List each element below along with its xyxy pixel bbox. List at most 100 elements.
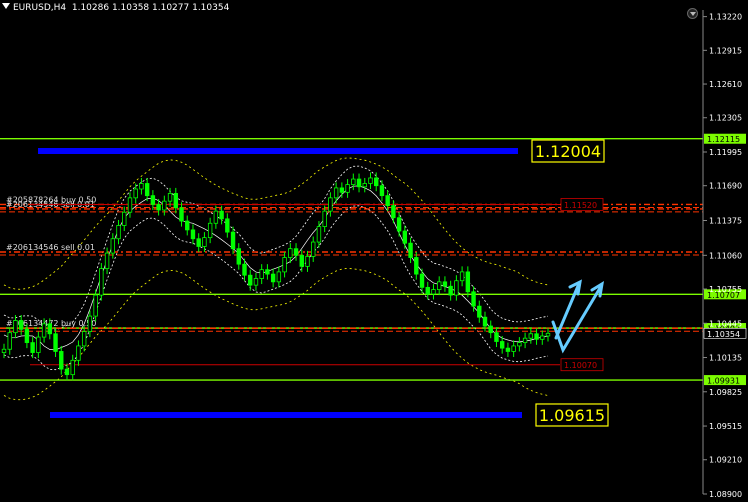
candle-body xyxy=(87,315,93,332)
candle-body xyxy=(225,218,230,233)
candle-body xyxy=(374,177,379,187)
candle-body xyxy=(116,225,121,240)
candle-body xyxy=(76,345,81,361)
candle-body xyxy=(133,188,138,199)
candle-body xyxy=(511,345,516,352)
candle-body xyxy=(351,178,356,185)
candle-body xyxy=(545,332,551,337)
candle-body xyxy=(448,285,453,296)
candle-body xyxy=(305,256,310,267)
candle-body xyxy=(64,368,70,376)
candle-body xyxy=(47,323,53,335)
candle-body xyxy=(293,248,299,256)
candle-body xyxy=(1,348,7,353)
price-tag-label: 1.12115 xyxy=(707,135,740,144)
candle-body xyxy=(7,332,12,350)
candle-body xyxy=(127,197,133,213)
zone-bars: 1.12004 1.09615 xyxy=(38,139,609,427)
candle-body xyxy=(18,320,24,330)
y-tick-label: 1.12915 xyxy=(709,46,742,55)
candle-body xyxy=(299,254,304,267)
candle-body xyxy=(385,195,390,206)
candle-body xyxy=(356,178,362,188)
candle-body xyxy=(162,200,167,211)
candle-body xyxy=(540,335,545,340)
zone-label: 1.09615 xyxy=(539,406,605,425)
candle-body xyxy=(53,333,58,352)
candle-body xyxy=(13,320,18,334)
candle-body xyxy=(122,211,127,226)
candle-body xyxy=(179,207,184,222)
y-tick-label: 1.12610 xyxy=(709,80,742,89)
candle-body xyxy=(156,204,161,211)
candle-body xyxy=(173,193,178,209)
chart-shift-icon[interactable] xyxy=(687,8,698,19)
candle-body xyxy=(36,336,41,353)
candle-body xyxy=(276,271,282,283)
price-tag-label: 1.10354 xyxy=(707,330,740,339)
candle-body xyxy=(185,220,190,231)
candle-body xyxy=(167,193,173,202)
symbol-timeframe: EURUSD,H4 xyxy=(13,3,67,13)
chart-title: EURUSD,H4 1.10286 1.10358 1.10277 1.1035… xyxy=(2,3,229,13)
candle-body xyxy=(24,328,30,344)
candle-body xyxy=(328,197,333,212)
order-price-label: 1.10070 xyxy=(564,361,597,370)
candle-body xyxy=(316,226,322,243)
candle-body xyxy=(522,337,528,344)
candle-body xyxy=(213,210,219,224)
chevron-down-icon[interactable] xyxy=(2,3,10,9)
candle-body xyxy=(436,281,442,290)
candle-body xyxy=(494,332,499,342)
candle-body xyxy=(104,252,110,269)
candle-body xyxy=(322,210,327,227)
candle-body xyxy=(517,342,522,347)
candle-body xyxy=(288,248,293,258)
candle-body xyxy=(30,342,35,353)
y-tick-label: 1.09210 xyxy=(709,456,742,465)
candle-body xyxy=(144,183,150,197)
arrow-path xyxy=(551,286,602,354)
candle-body xyxy=(505,347,511,352)
candle-body xyxy=(190,229,196,240)
candle-body xyxy=(59,351,64,370)
candle-body xyxy=(99,268,104,296)
y-tick-label: 1.13220 xyxy=(709,13,742,22)
candle-body xyxy=(202,237,207,247)
zone-label: 1.12004 xyxy=(535,142,601,161)
candle-body xyxy=(110,238,115,254)
candle-body xyxy=(471,291,476,307)
candle-body xyxy=(442,281,448,287)
candle-body xyxy=(362,183,367,188)
candle-body xyxy=(408,242,413,258)
candle-body xyxy=(333,187,339,199)
candle-body xyxy=(253,278,259,286)
y-tick-label: 1.08900 xyxy=(709,490,742,499)
y-tick-label: 1.11375 xyxy=(709,217,742,226)
horizontal-levels: 1.121151.107071.104021.103541.09931 xyxy=(0,133,747,386)
y-tick-label: 1.10445 xyxy=(709,319,742,328)
candle-body xyxy=(265,269,270,275)
candle-body xyxy=(454,280,459,296)
candle-body xyxy=(391,205,396,219)
y-tick-label: 1.11060 xyxy=(709,251,742,260)
candle-body xyxy=(431,289,436,295)
order-label: #206134546 sell 0.01 xyxy=(6,243,95,252)
price-chart[interactable]: 1.121151.107071.104021.103541.09931 #205… xyxy=(0,0,748,502)
candle-body xyxy=(339,187,345,193)
outer-upper-band xyxy=(3,157,549,290)
ohlc-readout: 1.10286 1.10358 1.10277 1.10354 xyxy=(71,3,230,13)
y-tick-label: 1.12305 xyxy=(709,114,742,123)
candle-body xyxy=(379,185,385,197)
y-tick-label: 1.11690 xyxy=(709,182,742,191)
candle-body xyxy=(207,222,213,239)
candle-body xyxy=(81,331,87,347)
order-price-label: 1.11520 xyxy=(564,201,597,210)
y-tick-label: 1.10135 xyxy=(709,354,742,363)
zone-bar xyxy=(38,148,518,155)
direction-arrows xyxy=(551,279,605,354)
candle-body xyxy=(139,183,144,190)
candle-body xyxy=(196,238,201,247)
candle-body xyxy=(396,217,402,232)
candle-body xyxy=(368,177,373,184)
